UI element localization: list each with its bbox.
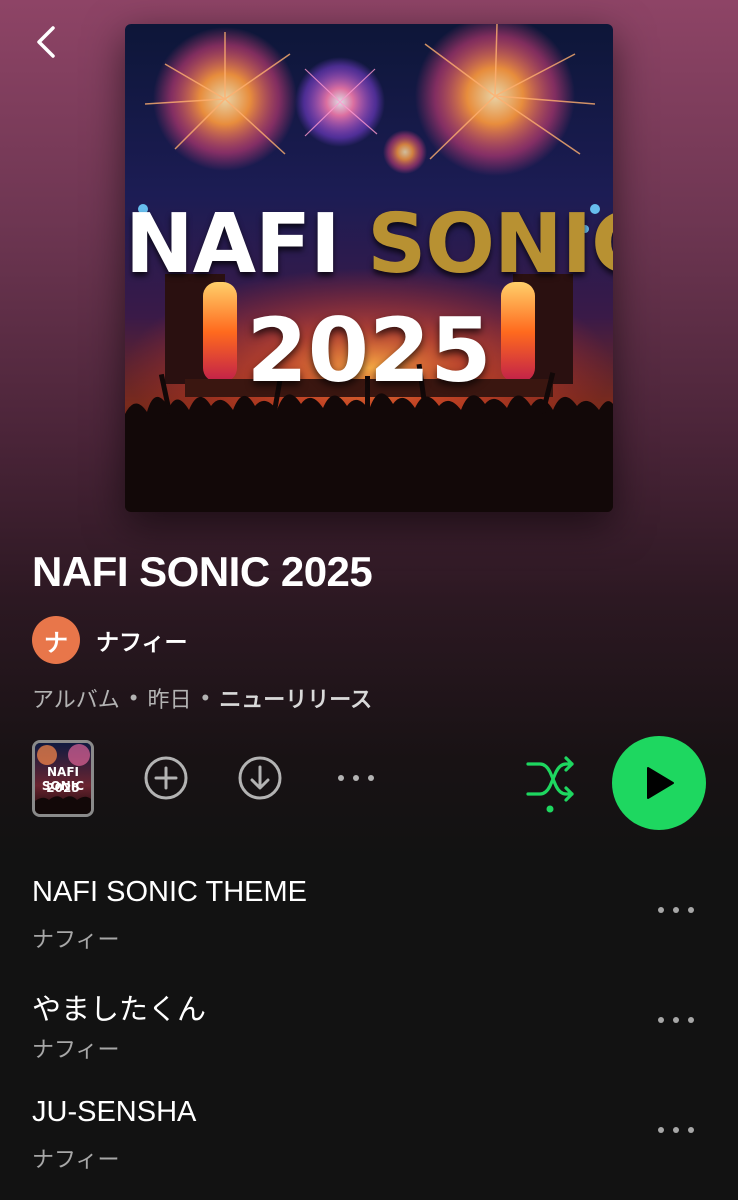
shuffle-button[interactable] bbox=[522, 752, 578, 814]
track-title: やましたくん bbox=[32, 994, 207, 1026]
track-more-button[interactable] bbox=[652, 896, 700, 924]
download-button[interactable] bbox=[236, 754, 284, 802]
play-button[interactable] bbox=[612, 736, 706, 830]
new-release-label: ニューリリース bbox=[219, 687, 373, 712]
artist-link[interactable]: ナ ナフィー bbox=[32, 616, 188, 664]
track-more-button[interactable] bbox=[652, 1006, 700, 1034]
album-type: アルバム bbox=[32, 687, 120, 712]
more-options-button[interactable] bbox=[332, 762, 380, 794]
track-row[interactable]: やましたくん ナフィー bbox=[0, 970, 738, 1080]
download-circle-icon bbox=[238, 756, 282, 800]
play-icon bbox=[647, 767, 674, 799]
track-title: NAFI SONIC THEME bbox=[32, 876, 307, 908]
meta-separator: • bbox=[201, 685, 210, 710]
cover-title-line1: NAFI SONIC bbox=[125, 197, 613, 292]
release-date: 昨日 bbox=[147, 687, 192, 712]
artist-name: ナフィー bbox=[96, 629, 188, 655]
album-cover: NAFI SONIC 2025 bbox=[125, 24, 613, 512]
add-circle-icon bbox=[144, 756, 188, 800]
add-to-library-button[interactable] bbox=[142, 754, 190, 802]
more-horizontal-icon bbox=[338, 775, 374, 781]
track-list: NAFI SONIC THEME ナフィー やましたくん ナフィー JU-SEN… bbox=[0, 860, 738, 1190]
meta-separator: • bbox=[129, 685, 138, 710]
shuffle-icon bbox=[526, 756, 574, 813]
track-row[interactable]: NAFI SONIC THEME ナフィー bbox=[0, 860, 738, 970]
album-meta: アルバム • 昨日 • ニューリリース bbox=[32, 682, 372, 714]
track-title: JU-SENSHA bbox=[32, 1096, 197, 1128]
track-artist: ナフィー bbox=[32, 927, 120, 952]
track-more-button[interactable] bbox=[652, 1116, 700, 1144]
track-artist: ナフィー bbox=[32, 1037, 120, 1062]
back-button[interactable] bbox=[26, 20, 66, 64]
mini-cover-year: 2025 bbox=[46, 781, 80, 795]
more-horizontal-icon bbox=[658, 907, 694, 913]
more-horizontal-icon bbox=[658, 1017, 694, 1023]
cover-title-line2: 2025 bbox=[246, 299, 492, 402]
artist-avatar: ナ bbox=[32, 616, 80, 664]
mini-cover-thumbnail[interactable]: NAFI SONIC 2025 bbox=[32, 740, 94, 817]
album-title: NAFI SONIC 2025 bbox=[32, 548, 373, 595]
track-row[interactable]: JU-SENSHA ナフィー bbox=[0, 1080, 738, 1190]
chevron-left-icon bbox=[37, 26, 55, 58]
more-horizontal-icon bbox=[658, 1127, 694, 1133]
action-bar: NAFI SONIC 2025 bbox=[0, 736, 738, 830]
track-artist: ナフィー bbox=[32, 1147, 120, 1172]
